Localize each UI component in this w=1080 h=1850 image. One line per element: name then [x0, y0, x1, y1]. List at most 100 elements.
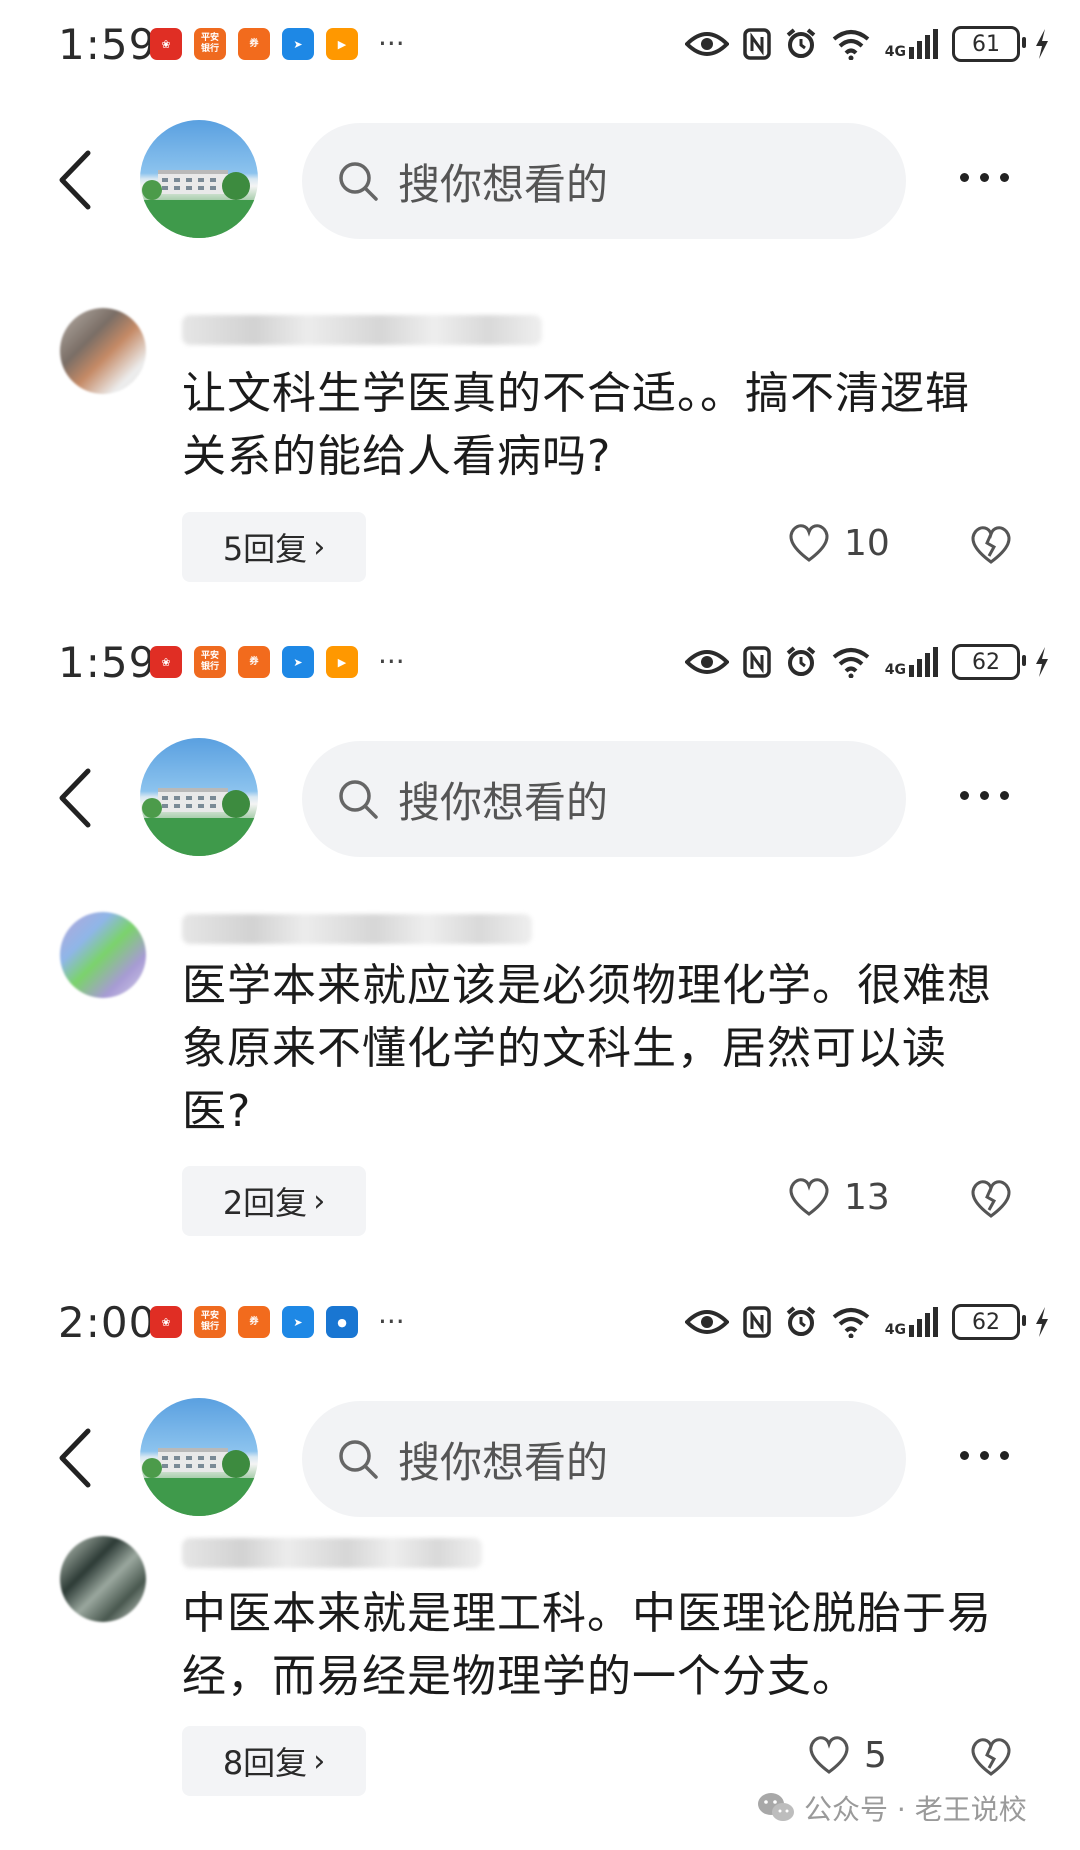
campus-avatar[interactable]	[140, 1398, 258, 1516]
broken-heart-icon[interactable]	[968, 1736, 1014, 1778]
video-icon: ▶	[326, 28, 358, 60]
signal-label: 4G	[884, 662, 906, 678]
back-icon[interactable]	[48, 1423, 108, 1493]
pingan-bank-icon: 平安 银行	[194, 28, 226, 60]
comment-text: 让文科生学医真的不合适。。搞不清逻辑关系的能给人看病吗?	[182, 368, 970, 482]
battery-icon: 62	[952, 1304, 1026, 1340]
campus-avatar[interactable]	[140, 120, 258, 238]
feishu-icon: ➤	[282, 1306, 314, 1338]
reply-label: 2回复	[222, 1184, 308, 1222]
back-icon[interactable]	[48, 145, 108, 215]
charging-icon	[1036, 29, 1048, 59]
status-bar: 1:59 ❀ 平安 银行 券 ➤ ▶ ··· 4G 62	[0, 618, 1080, 708]
status-time: 1:59	[58, 20, 157, 69]
system-icons: 4G 62	[684, 1304, 1050, 1340]
like-button[interactable]: 10	[786, 522, 890, 564]
eye-icon	[684, 1310, 729, 1334]
more-options-icon[interactable]	[960, 775, 1024, 815]
pingan-bank-icon: 平安 银行	[194, 646, 226, 678]
screenshot-panel-2: 1:59 ❀ 平安 银行 券 ➤ ▶ ··· 4G 62 搜你想看的 医学本来就…	[0, 618, 1080, 1278]
reply-label: 8回复	[222, 1744, 308, 1782]
username-blurred[interactable]	[182, 914, 532, 944]
status-time: 1:59	[58, 638, 157, 687]
wechat-watermark: 公众号 · 老王说校	[756, 1788, 1027, 1828]
reply-button[interactable]: 8回复 ›	[182, 1726, 366, 1796]
broken-heart-icon[interactable]	[968, 1178, 1014, 1220]
4g-signal-icon: 4G	[885, 29, 938, 59]
user-avatar[interactable]	[60, 1536, 146, 1622]
reply-button[interactable]: 5回复 ›	[182, 512, 366, 582]
search-bar[interactable]: 搜你想看的	[302, 1401, 906, 1517]
more-options-icon[interactable]	[960, 1435, 1024, 1475]
4g-signal-icon: 4G	[885, 647, 938, 677]
watermark-text: 公众号 · 老王说校	[804, 1793, 1027, 1826]
comment-text: 中医本来就是理工科。中医理论脱胎于易经，而易经是物理学的一个分支。	[182, 1588, 992, 1702]
top-nav: 搜你想看的	[0, 115, 1080, 245]
heart-icon	[789, 524, 829, 562]
notification-icons: ❀ 平安 银行 券 ➤ ● ···	[150, 1306, 405, 1338]
search-bar[interactable]: 搜你想看的	[302, 741, 906, 857]
top-nav: 搜你想看的	[0, 1393, 1080, 1523]
eye-icon	[684, 32, 729, 56]
like-button[interactable]: 13	[786, 1176, 890, 1218]
search-icon	[339, 780, 378, 819]
user-avatar[interactable]	[60, 308, 146, 394]
search-placeholder: 搜你想看的	[398, 159, 609, 209]
wifi-icon	[832, 30, 870, 60]
more-options-icon[interactable]	[960, 157, 1024, 197]
back-icon[interactable]	[48, 763, 108, 833]
jiguang-icon: 券	[238, 1306, 270, 1338]
search-placeholder: 搜你想看的	[398, 777, 609, 827]
like-button[interactable]: 5	[806, 1734, 887, 1776]
system-icons: 4G 61	[684, 26, 1050, 62]
eye-icon	[684, 650, 729, 674]
signal-label: 4G	[884, 1322, 906, 1338]
broken-heart-icon[interactable]	[968, 524, 1014, 566]
username-blurred[interactable]	[182, 315, 542, 345]
nfc-icon	[743, 28, 771, 60]
like-count: 5	[864, 1734, 887, 1776]
charging-icon	[1036, 647, 1048, 677]
status-bar: 2:00 ❀ 平安 银行 券 ➤ ● ··· 4G 62	[0, 1278, 1080, 1368]
notification-icons: ❀ 平安 银行 券 ➤ ▶ ···	[150, 28, 405, 60]
comment-text: 医学本来就应该是必须物理化学。很难想象原来不懂化学的文科生，居然可以读医?	[182, 960, 992, 1137]
system-icons: 4G 62	[684, 644, 1050, 680]
chevron-right-icon: ›	[313, 1183, 326, 1219]
search-icon	[339, 1440, 378, 1479]
top-nav: 搜你想看的	[0, 733, 1080, 863]
notification-icons: ❀ 平安 银行 券 ➤ ▶ ···	[150, 646, 405, 678]
reply-label: 5回复	[222, 530, 308, 568]
search-icon	[339, 162, 378, 201]
like-count: 13	[844, 1176, 890, 1218]
username-blurred[interactable]	[182, 1538, 482, 1568]
alarm-icon	[786, 646, 816, 676]
feishu-icon: ➤	[282, 646, 314, 678]
alarm-icon	[786, 1306, 816, 1336]
reply-button[interactable]: 2回复 ›	[182, 1166, 366, 1236]
user-avatar[interactable]	[60, 912, 146, 998]
battery-icon: 62	[952, 644, 1026, 680]
search-placeholder: 搜你想看的	[398, 1437, 609, 1487]
wechat-icon	[758, 1793, 794, 1821]
nfc-icon	[743, 1306, 771, 1338]
pinduoduo-icon: ❀	[150, 1306, 182, 1338]
heart-icon	[809, 1736, 849, 1774]
more-notifications-icon: ···	[378, 1305, 405, 1338]
4g-signal-icon: 4G	[885, 1307, 938, 1337]
jiguang-icon: 券	[238, 28, 270, 60]
jiguang-icon: 券	[238, 646, 270, 678]
wifi-icon	[832, 648, 870, 678]
heart-icon	[789, 1178, 829, 1216]
more-notifications-icon: ···	[378, 27, 405, 60]
screenshot-panel-3: 2:00 ❀ 平安 银行 券 ➤ ● ··· 4G 62 搜你想看的 中医本来就…	[0, 1278, 1080, 1850]
pingan-bank-icon: 平安 银行	[194, 1306, 226, 1338]
campus-avatar[interactable]	[140, 738, 258, 856]
screenshot-panel-1: 1:59 ❀ 平安 银行 券 ➤ ▶ ··· 4G 61 搜你想看的 让文科生学…	[0, 0, 1080, 610]
charging-icon	[1036, 1307, 1048, 1337]
chevron-right-icon: ›	[313, 1743, 326, 1779]
lightbulb-icon: ●	[326, 1306, 358, 1338]
battery-icon: 61	[952, 26, 1026, 62]
search-bar[interactable]: 搜你想看的	[302, 123, 906, 239]
signal-label: 4G	[884, 44, 906, 60]
status-bar: 1:59 ❀ 平安 银行 券 ➤ ▶ ··· 4G 61	[0, 0, 1080, 90]
